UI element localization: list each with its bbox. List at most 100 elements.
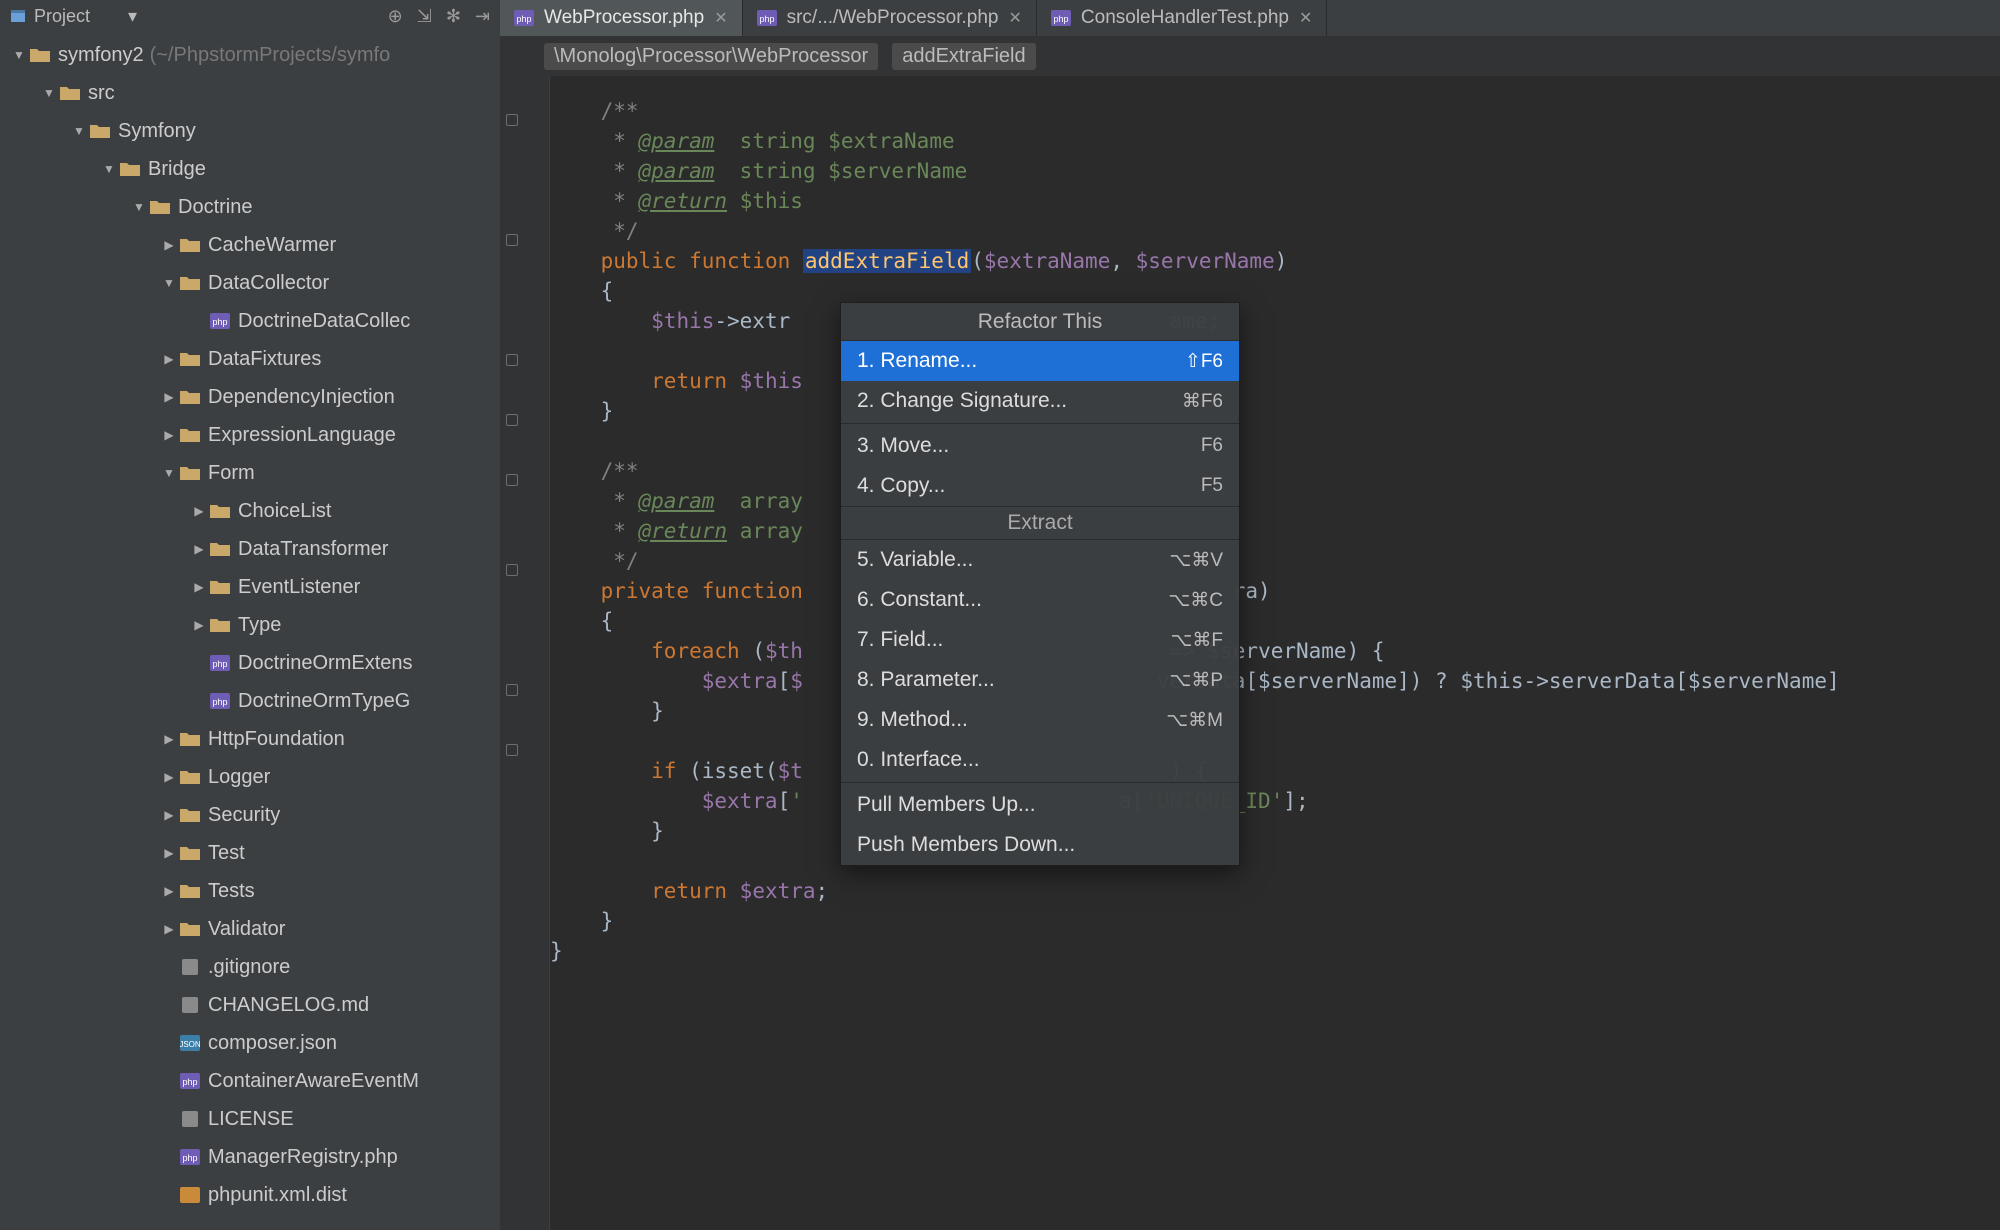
disclosure-triangle-icon[interactable]: ▶ xyxy=(160,428,178,442)
close-icon[interactable]: ✕ xyxy=(1009,8,1022,28)
project-selector[interactable]: Project ▾ xyxy=(0,6,147,27)
disclosure-triangle-icon[interactable]: ▶ xyxy=(190,618,208,632)
menu-item[interactable]: 3. Move...F6 xyxy=(841,426,1239,466)
menu-item[interactable]: 8. Parameter...⌥⌘P xyxy=(841,660,1239,700)
menu-item[interactable]: 2. Change Signature...⌘F6 xyxy=(841,381,1239,421)
tree-node[interactable]: ▼Bridge xyxy=(0,150,500,188)
tree-node[interactable]: ▼Symfony xyxy=(0,112,500,150)
breadcrumb-path[interactable]: \Monolog\Processor\WebProcessor xyxy=(544,43,878,70)
tree-node[interactable]: ▶Tests xyxy=(0,872,500,910)
folder-icon xyxy=(208,503,232,519)
editor-tab[interactable]: phpConsoleHandlerTest.php✕ xyxy=(1037,0,1327,36)
tab-label: WebProcessor.php xyxy=(544,7,704,29)
menu-item[interactable]: 7. Field...⌥⌘F xyxy=(841,620,1239,660)
gear-icon[interactable]: ✻ xyxy=(446,6,461,27)
collapse-icon[interactable]: ⇲ xyxy=(417,6,432,27)
tree-node[interactable]: ▼src xyxy=(0,74,500,112)
menu-item[interactable]: 1. Rename...⇧F6 xyxy=(841,341,1239,381)
disclosure-triangle-icon[interactable]: ▶ xyxy=(190,580,208,594)
disclosure-triangle-icon[interactable]: ▼ xyxy=(10,48,28,62)
editor-code[interactable]: /** * @param string $extraName * @param … xyxy=(550,76,2000,1230)
tree-node[interactable]: ▶Type xyxy=(0,606,500,644)
disclosure-triangle-icon[interactable]: ▶ xyxy=(190,542,208,556)
disclosure-triangle-icon[interactable]: ▶ xyxy=(160,922,178,936)
folder-icon xyxy=(178,389,202,405)
disclosure-triangle-icon[interactable]: ▼ xyxy=(130,200,148,214)
disclosure-triangle-icon[interactable]: ▼ xyxy=(160,276,178,290)
tree-node[interactable]: phpDoctrineDataCollec xyxy=(0,302,500,340)
tree-node[interactable]: ▶Test xyxy=(0,834,500,872)
tree-node[interactable]: phpDoctrineOrmExtens xyxy=(0,644,500,682)
tree-node[interactable]: ▶ExpressionLanguage xyxy=(0,416,500,454)
menu-item[interactable]: 0. Interface... xyxy=(841,740,1239,780)
project-tool-window-header: Project ▾ ⊕ ⇲ ✻ ⇥ xyxy=(0,0,500,32)
tree-node[interactable]: ▶HttpFoundation xyxy=(0,720,500,758)
tree-node[interactable]: ▶DataFixtures xyxy=(0,340,500,378)
disclosure-triangle-icon[interactable]: ▶ xyxy=(160,808,178,822)
tree-node[interactable]: ▶ Security xyxy=(0,796,500,834)
menu-item-label: 5. Variable... xyxy=(857,548,973,572)
php-icon: php xyxy=(208,655,232,671)
tree-node[interactable]: phpContainerAwareEventM xyxy=(0,1062,500,1100)
disclosure-triangle-icon[interactable]: ▶ xyxy=(190,504,208,518)
php-icon: php xyxy=(178,1073,202,1089)
disclosure-triangle-icon[interactable]: ▶ xyxy=(160,732,178,746)
disclosure-triangle-icon[interactable]: ▶ xyxy=(160,884,178,898)
disclosure-triangle-icon[interactable]: ▼ xyxy=(40,86,58,100)
tree-node[interactable]: ▼DataCollector xyxy=(0,264,500,302)
menu-item[interactable]: 5. Variable...⌥⌘V xyxy=(841,540,1239,580)
tree-node[interactable]: .gitignore xyxy=(0,948,500,986)
tree-node[interactable]: LICENSE xyxy=(0,1100,500,1138)
tree-node[interactable]: ▼Doctrine xyxy=(0,188,500,226)
hide-icon[interactable]: ⇥ xyxy=(475,6,490,27)
tree-node[interactable]: ▶EventListener xyxy=(0,568,500,606)
editor-tab[interactable]: phpWebProcessor.php✕ xyxy=(500,0,743,36)
menu-item-shortcut: F6 xyxy=(1201,435,1223,457)
tree-node[interactable]: ▼Form xyxy=(0,454,500,492)
disclosure-triangle-icon[interactable]: ▶ xyxy=(160,352,178,366)
project-tree[interactable]: ▼symfony2(~/PhpstormProjects/symfo▼src▼S… xyxy=(0,32,500,1230)
tree-label: Security xyxy=(208,804,280,827)
folder-icon xyxy=(178,275,202,291)
disclosure-triangle-icon[interactable]: ▶ xyxy=(160,390,178,404)
disclosure-triangle-icon[interactable]: ▶ xyxy=(160,846,178,860)
tree-node[interactable]: ▶ChoiceList xyxy=(0,492,500,530)
tree-node[interactable]: ▶ Validator xyxy=(0,910,500,948)
close-icon[interactable]: ✕ xyxy=(1299,8,1312,28)
disclosure-triangle-icon[interactable]: ▼ xyxy=(100,162,118,176)
menu-item[interactable]: 9. Method...⌥⌘M xyxy=(841,700,1239,740)
editor-gutter xyxy=(500,76,550,1230)
disclosure-triangle-icon[interactable]: ▼ xyxy=(70,124,88,138)
menu-item[interactable]: 4. Copy...F5 xyxy=(841,466,1239,506)
tree-node[interactable]: CHANGELOG.md xyxy=(0,986,500,1024)
menu-item[interactable]: Pull Members Up... xyxy=(841,785,1239,825)
tree-node[interactable]: ▼symfony2(~/PhpstormProjects/symfo xyxy=(0,36,500,74)
editor-tab[interactable]: phpsrc/.../WebProcessor.php✕ xyxy=(743,0,1037,36)
tree-node[interactable]: phpDoctrineOrmTypeG xyxy=(0,682,500,720)
tree-label: CHANGELOG.md xyxy=(208,994,369,1017)
menu-item[interactable]: Push Members Down... xyxy=(841,825,1239,865)
disclosure-triangle-icon[interactable]: ▶ xyxy=(160,238,178,252)
chevron-down-icon: ▾ xyxy=(128,6,137,27)
txt-icon xyxy=(178,1111,202,1127)
tree-node[interactable]: ▶DependencyInjection xyxy=(0,378,500,416)
close-icon[interactable]: ✕ xyxy=(714,8,727,28)
menu-item[interactable]: 6. Constant...⌥⌘C xyxy=(841,580,1239,620)
tree-node[interactable]: JSONcomposer.json xyxy=(0,1024,500,1062)
php-icon: php xyxy=(178,1149,202,1165)
svg-text:php: php xyxy=(212,317,227,327)
locate-icon[interactable]: ⊕ xyxy=(388,6,403,27)
breadcrumb: \Monolog\Processor\WebProcessor addExtra… xyxy=(500,36,2000,76)
tree-node[interactable]: phpunit.xml.dist xyxy=(0,1176,500,1214)
menu-separator xyxy=(841,423,1239,424)
disclosure-triangle-icon[interactable]: ▶ xyxy=(160,770,178,784)
tree-node[interactable]: ▶CacheWarmer xyxy=(0,226,500,264)
menu-item-label: Pull Members Up... xyxy=(857,793,1036,817)
breadcrumb-member[interactable]: addExtraField xyxy=(892,43,1035,70)
tree-node[interactable]: ▶DataTransformer xyxy=(0,530,500,568)
txt-icon xyxy=(178,997,202,1013)
tree-node[interactable]: phpManagerRegistry.php xyxy=(0,1138,500,1176)
disclosure-triangle-icon[interactable]: ▼ xyxy=(160,466,178,480)
tree-node[interactable]: ▶Logger xyxy=(0,758,500,796)
tree-label: Validator xyxy=(208,918,285,941)
